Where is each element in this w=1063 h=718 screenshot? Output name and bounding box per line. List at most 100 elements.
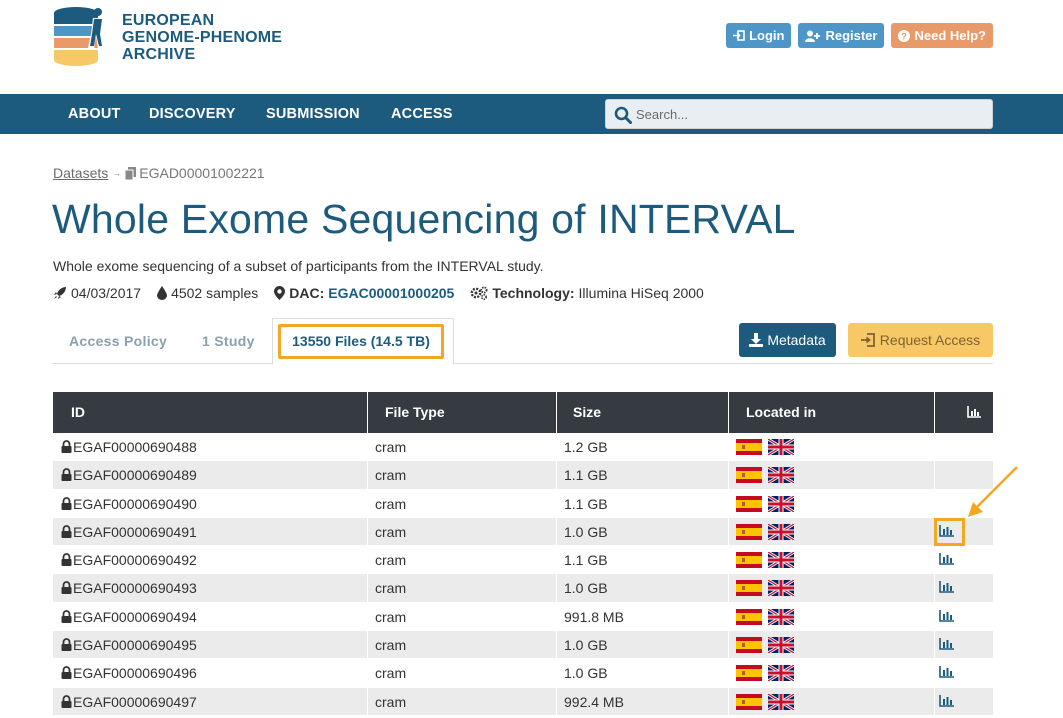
- qc-report-link[interactable]: [939, 552, 954, 568]
- cogs-icon: [470, 286, 488, 300]
- file-locations: [736, 490, 794, 518]
- need-help-button[interactable]: ? Need Help?: [891, 23, 993, 48]
- page-title: Whole Exome Sequencing of INTERVAL: [52, 196, 796, 242]
- register-label: Register: [825, 28, 878, 43]
- lock-icon: [61, 694, 72, 708]
- table-row[interactable]: EGAF00000690493 cram 1.0 GB: [53, 574, 993, 603]
- uk-flag-icon: [768, 439, 794, 455]
- request-access-button[interactable]: Request Access: [848, 323, 993, 357]
- file-id[interactable]: EGAF00000690491: [73, 524, 197, 540]
- file-id[interactable]: EGAF00000690495: [73, 637, 197, 653]
- bar-chart-icon[interactable]: [939, 581, 954, 594]
- file-id-cell: EGAF00000690494: [61, 603, 197, 631]
- table-row[interactable]: EGAF00000690492 cram 1.1 GB: [53, 546, 993, 575]
- spain-flag-icon: [736, 665, 762, 682]
- file-size: 991.8 MB: [564, 608, 624, 625]
- ega-logo[interactable]: [52, 4, 114, 72]
- nav-about[interactable]: ABOUT: [68, 94, 121, 134]
- search-input[interactable]: [636, 100, 986, 128]
- bar-chart-icon[interactable]: [939, 609, 954, 622]
- file-id[interactable]: EGAF00000690496: [73, 665, 197, 681]
- bar-chart-icon[interactable]: [939, 666, 954, 679]
- table-row[interactable]: EGAF00000690496 cram 1.0 GB: [53, 659, 993, 688]
- file-id-cell: EGAF00000690495: [61, 631, 197, 659]
- col-file-type[interactable]: File Type: [368, 392, 557, 433]
- file-id[interactable]: EGAF00000690490: [73, 496, 197, 512]
- dac-link[interactable]: EGAC00001000205: [328, 285, 454, 301]
- file-id-cell: EGAF00000690497: [61, 688, 197, 716]
- breadcrumb-datasets-link[interactable]: Datasets: [53, 165, 108, 181]
- tab-study[interactable]: 1 Study: [202, 318, 255, 364]
- spain-flag-icon: [736, 467, 762, 484]
- file-id[interactable]: EGAF00000690493: [73, 580, 197, 596]
- nav-discovery[interactable]: DISCOVERY: [149, 94, 236, 134]
- table-row[interactable]: EGAF00000690495 cram 1.0 GB: [53, 631, 993, 660]
- dataset-description: Whole exome sequencing of a subset of pa…: [53, 258, 544, 274]
- table-header: ID File Type Size Located in: [53, 392, 993, 433]
- tab-files[interactable]: 13550 Files (14.5 TB): [272, 318, 454, 365]
- nav-access[interactable]: ACCESS: [391, 94, 453, 134]
- lock-icon: [61, 468, 72, 482]
- file-size: 1.0 GB: [564, 665, 608, 682]
- bar-chart-icon[interactable]: [939, 553, 954, 565]
- lock-icon: [61, 440, 72, 453]
- file-size: 1.0 GB: [564, 523, 608, 540]
- table-row[interactable]: EGAF00000690489 cram 1.1 GB: [53, 461, 993, 490]
- qc-report-link[interactable]: [939, 580, 954, 596]
- col-size[interactable]: Size: [557, 392, 729, 433]
- qc-report-link[interactable]: [939, 665, 954, 681]
- brand-name[interactable]: EUROPEAN GENOME-PHENOME ARCHIVE: [122, 12, 282, 63]
- files-table: ID File Type Size Located in EGAF0000069…: [53, 392, 993, 716]
- bar-chart-icon[interactable]: [939, 694, 954, 707]
- file-size: 1.1 GB: [564, 552, 608, 569]
- file-size: 1.1 GB: [564, 467, 608, 484]
- qc-report-link[interactable]: [939, 609, 954, 625]
- file-type: cram: [375, 665, 407, 682]
- file-locations: [736, 631, 794, 659]
- table-row[interactable]: EGAF00000690491 cram 1.0 GB: [53, 517, 993, 547]
- spain-flag-icon: [736, 693, 762, 710]
- file-id[interactable]: EGAF00000690488: [73, 439, 197, 455]
- top-buttons: Login Register ? Need Help?: [726, 23, 993, 48]
- meta-dac: DAC: EGAC00001000205: [274, 285, 454, 301]
- file-id[interactable]: EGAF00000690489: [73, 467, 197, 483]
- file-size: 1.2 GB: [564, 439, 608, 455]
- table-row[interactable]: EGAF00000690494 cram 991.8 MB: [53, 602, 993, 632]
- uk-flag-icon: [768, 495, 794, 512]
- file-id-cell: EGAF00000690492: [61, 546, 197, 574]
- uk-flag-icon: [768, 665, 794, 682]
- file-id[interactable]: EGAF00000690494: [73, 609, 197, 625]
- file-id[interactable]: EGAF00000690492: [73, 552, 197, 568]
- metadata-label: Metadata: [767, 332, 826, 348]
- meta-samples: 4502 samples: [157, 285, 258, 301]
- rocket-icon: [54, 287, 66, 299]
- file-id-cell: EGAF00000690488: [61, 433, 197, 461]
- col-id[interactable]: ID: [53, 392, 368, 433]
- qc-report-link[interactable]: [939, 637, 954, 653]
- spain-flag-icon: [736, 439, 762, 455]
- lock-icon: [61, 638, 72, 652]
- login-button[interactable]: Login: [726, 23, 792, 48]
- table-row[interactable]: EGAF00000690497 cram 992.4 MB: [53, 687, 993, 716]
- file-id[interactable]: EGAF00000690497: [73, 694, 197, 710]
- technology-label: Technology:: [492, 285, 575, 301]
- col-located-in[interactable]: Located in: [729, 392, 935, 433]
- search-box[interactable]: [605, 99, 993, 129]
- qc-report-link[interactable]: [939, 694, 954, 710]
- help-label: Need Help?: [914, 28, 986, 43]
- table-row[interactable]: EGAF00000690488 cram 1.2 GB: [53, 433, 993, 462]
- tab-files-label: 13550 Files (14.5 TB): [278, 324, 444, 359]
- register-button[interactable]: Register: [798, 23, 885, 48]
- drop-icon: [157, 286, 168, 300]
- spain-flag-icon: [736, 637, 762, 654]
- meta-technology: Technology: Illumina HiSeq 2000: [470, 285, 704, 301]
- uk-flag-icon: [768, 637, 794, 654]
- nav-submission[interactable]: SUBMISSION: [266, 94, 360, 134]
- highlight-box: [934, 517, 965, 546]
- metadata-button[interactable]: Metadata: [739, 323, 836, 357]
- technology-value: Illumina HiSeq 2000: [578, 285, 704, 301]
- file-locations: [736, 574, 794, 602]
- table-row[interactable]: EGAF00000690490 cram 1.1 GB: [53, 489, 993, 518]
- bar-chart-icon[interactable]: [939, 638, 954, 650]
- tab-access-policy[interactable]: Access Policy: [69, 318, 167, 364]
